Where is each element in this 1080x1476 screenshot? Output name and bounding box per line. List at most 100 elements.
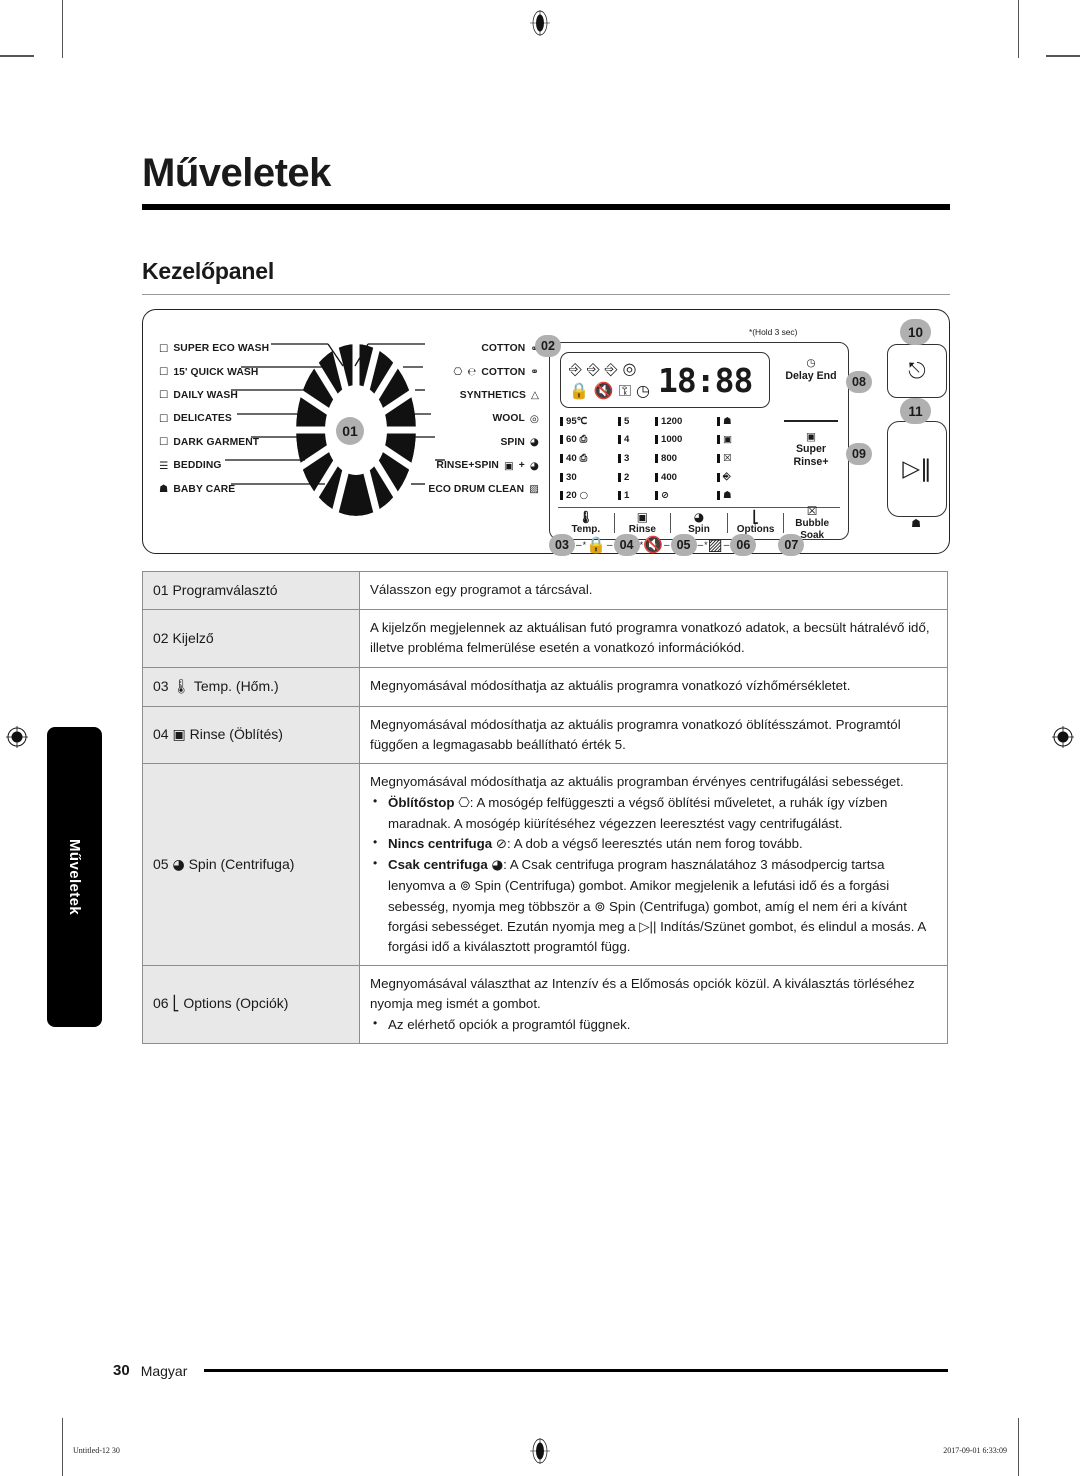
led-opt-intensive: ⎆ bbox=[717, 468, 757, 487]
callout-badge-06: 06 bbox=[730, 534, 757, 556]
super-rinse-line-1: Super bbox=[795, 443, 827, 456]
key-lock-icon: ⚿ bbox=[618, 381, 632, 400]
divider-line bbox=[784, 420, 838, 422]
led-spin-1200: 1200 bbox=[655, 412, 717, 431]
spin-icon: ◎ bbox=[622, 359, 637, 378]
bubble-soak-icon: ☒ bbox=[806, 504, 818, 519]
callout-badge-01: 01 bbox=[336, 417, 364, 445]
legend-key-02: 02 Kijelző bbox=[142, 609, 360, 668]
button-callout-row: 03 – * 🔒 – 04 * 🔇 – 05 – * ▨ – 06 07 bbox=[549, 532, 849, 558]
led-temp-40: 40 ⎙ bbox=[560, 449, 618, 468]
program-item[interactable]: SPIN ◕ bbox=[428, 431, 539, 454]
program-item[interactable]: ⎔ ℮ COTTON ⚭ bbox=[428, 360, 539, 383]
registration-mark-left bbox=[6, 726, 28, 748]
legend-number: 05 bbox=[153, 855, 169, 872]
program-label: SUPER ECO WASH bbox=[173, 343, 270, 355]
cold-icon: ○ bbox=[579, 489, 589, 501]
program-list-left: ☐ SUPER ECO WASH ☐ 15' QUICK WASH ☐ DAILY W… bbox=[159, 337, 269, 501]
legend-value-03: Megnyomásával módosíthatja az aktuális p… bbox=[359, 666, 948, 707]
wash-icon: ⎆ bbox=[569, 359, 582, 378]
legend-label: Options (Opciók) bbox=[183, 995, 289, 1012]
legend-paragraph: Válasszon egy programot a tárcsával. bbox=[370, 582, 593, 597]
legend-value-04: Megnyomásával módosíthatja az aktuális p… bbox=[359, 705, 948, 765]
led-opt-super-rinse: ▣ bbox=[717, 431, 757, 450]
callout-badge-07: 07 bbox=[778, 534, 805, 556]
program-item[interactable]: ☐ 15' QUICK WASH bbox=[159, 360, 269, 383]
legend-bullet-list: Az elérhető opciók a programtól függnek. bbox=[370, 1014, 937, 1035]
program-label: DARK GARMENT bbox=[173, 436, 260, 448]
synthetics-icon: △ bbox=[530, 389, 539, 402]
registration-mark-right bbox=[1052, 726, 1074, 748]
basket-daily-icon: ☐ bbox=[159, 389, 169, 402]
bedding-icon: ☰ bbox=[159, 459, 169, 472]
rinse-hold-icon: ⎔ bbox=[458, 795, 470, 811]
lcd-status-row-2: 🔒 🔇 ⚿ ◷ bbox=[569, 380, 650, 402]
basket-quick-icon: ☐ bbox=[159, 365, 169, 378]
program-label: 15' QUICK WASH bbox=[173, 366, 259, 378]
crop-mark-top-left bbox=[62, 0, 63, 58]
hold-three-sec-note: *(Hold 3 sec) bbox=[749, 327, 798, 337]
legend-key-06: 06 ⎣ Options (Opciók) bbox=[142, 965, 360, 1044]
print-slug-left: Untitled-12 30 bbox=[73, 1446, 120, 1455]
legend-number: 06 bbox=[153, 995, 169, 1012]
led-rinse-1: 1 bbox=[618, 486, 655, 505]
baby-care-icon: ☗ bbox=[159, 482, 169, 495]
control-panel-legend-table: 01 Programválasztó Válasszon egy program… bbox=[142, 570, 948, 1044]
program-item[interactable]: ☗ BABY CARE bbox=[159, 477, 269, 500]
crop-mark-bottom-left bbox=[62, 1418, 63, 1476]
chapter-side-tab-label: Műveletek bbox=[66, 838, 83, 916]
program-item[interactable]: ☐ DAILY WASH bbox=[159, 384, 269, 407]
table-row: 04 ▣ Rinse (Öblítés) Megnyomásával módos… bbox=[142, 705, 948, 765]
bullet-text: Az elérhető opciók a programtól függnek. bbox=[388, 1016, 631, 1032]
program-item[interactable]: ☰ BEDDING bbox=[159, 454, 269, 477]
section-title: Kezelőpanel bbox=[142, 258, 275, 284]
rinse-icon: ▣ bbox=[503, 459, 514, 472]
registration-mark-top bbox=[529, 10, 551, 36]
program-item[interactable]: ECO DRUM CLEAN ▨ bbox=[428, 477, 539, 500]
crop-mark-top-right bbox=[1018, 0, 1019, 58]
crop-mark-bottom-right bbox=[1018, 1418, 1019, 1476]
crop-mark-right-top bbox=[1046, 55, 1080, 57]
legend-label: Rinse (Öblítés) bbox=[189, 726, 283, 742]
program-item[interactable]: WOOL ◎ bbox=[428, 407, 539, 430]
program-label: RINSE+SPIN bbox=[436, 460, 499, 472]
legend-number: 01 bbox=[153, 582, 169, 598]
wash-intensive-icon: ⎆ bbox=[586, 359, 600, 378]
program-item[interactable]: COTTON⚭ bbox=[428, 337, 539, 360]
40-eco-icon: ⎙ bbox=[579, 452, 588, 464]
options-icon: ⎣ bbox=[172, 996, 180, 1013]
spin-icon: ◕ bbox=[172, 856, 185, 873]
program-item[interactable]: RINSE+SPIN ▣ + ◕ bbox=[428, 454, 539, 477]
table-row: 02 Kijelző A kijelzőn megjelennek az akt… bbox=[142, 609, 948, 668]
legend-value-02: A kijelzőn megjelennek az aktuálisan fut… bbox=[359, 609, 948, 668]
rinse-icon: ⎆ bbox=[604, 359, 618, 378]
section-rule bbox=[142, 294, 950, 295]
soak-icon: ☒ bbox=[723, 452, 732, 464]
led-temp-20: 20 ○ bbox=[560, 486, 618, 505]
program-list-right: COTTON⚭ ⎔℮COTTON⚭ SYNTHETICS △ WOOL◎ SPIN… bbox=[428, 337, 539, 501]
power-button[interactable]: ⎋ bbox=[887, 344, 947, 398]
program-item[interactable]: ☐ SUPER ECO WASH bbox=[159, 337, 269, 360]
lcd-status-row-1: ⎆ ⎆ ⎆ ◎ bbox=[569, 358, 650, 380]
basket-eco-icon: ☐ bbox=[159, 342, 169, 355]
legend-paragraph: Megnyomásával választhat az Intenzív és … bbox=[370, 976, 915, 1012]
legend-value-01: Válasszon egy programot a tárcsával. bbox=[359, 570, 948, 611]
start-pause-icon: ▷‖ bbox=[902, 456, 932, 482]
led-temp-30: 30 bbox=[560, 468, 618, 487]
spin-icon: ◕ bbox=[693, 509, 705, 524]
program-label: SYNTHETICS bbox=[459, 389, 526, 401]
start-pause-button[interactable]: ▷‖ bbox=[887, 421, 947, 517]
control-panel-illustration: ☐ SUPER ECO WASH ☐ 15' QUICK WASH ☐ DAILY W… bbox=[142, 309, 950, 556]
crop-mark-left-top bbox=[0, 55, 34, 57]
list-item: Csak centrifuga ◕: A Csak centrifuga pro… bbox=[370, 854, 937, 957]
list-item: Az elérhető opciók a programtól függnek. bbox=[370, 1014, 937, 1035]
program-item[interactable]: ☐ DARK GARMENT bbox=[159, 431, 269, 454]
legend-number: 04 bbox=[153, 726, 169, 742]
eco-drum-icon: ⎔ bbox=[453, 365, 463, 378]
legend-key-05: 05 ◕ Spin (Centrifuga) bbox=[142, 763, 360, 967]
program-item[interactable]: ☐ DELICATES bbox=[159, 407, 269, 430]
program-item[interactable]: SYNTHETICS △ bbox=[428, 384, 539, 407]
options-icon: ⎣ bbox=[752, 509, 759, 524]
legend-value-05: Megnyomásával módosíthatja az aktuális p… bbox=[359, 763, 948, 967]
legend-paragraph: Megnyomásával módosíthatja az aktuális p… bbox=[370, 677, 851, 693]
